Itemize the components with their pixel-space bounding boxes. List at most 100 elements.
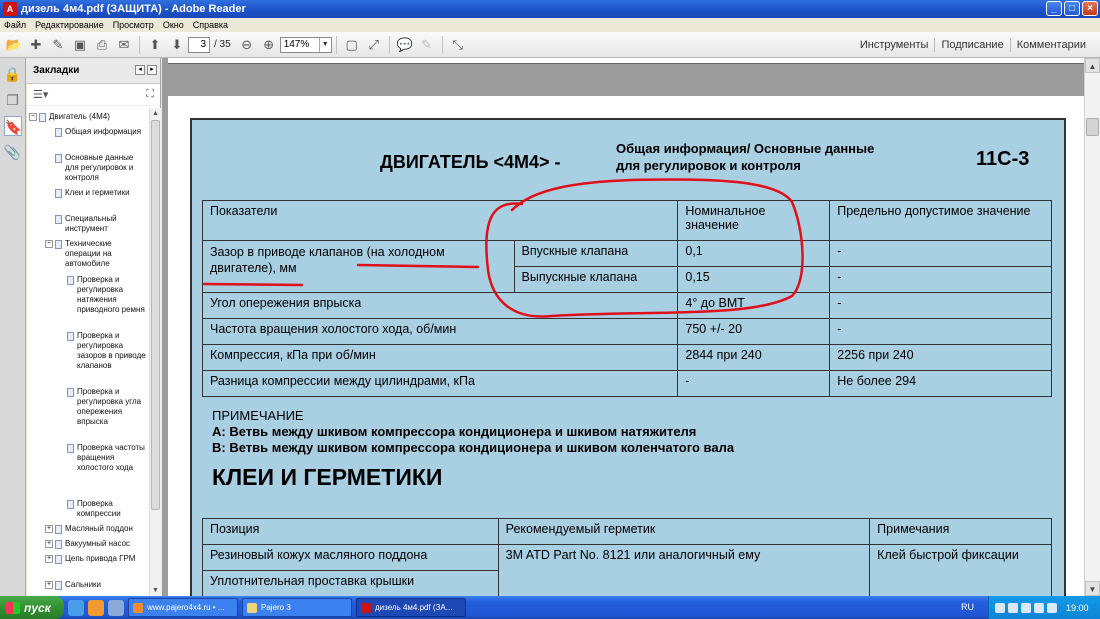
windows-flag-icon — [6, 601, 20, 614]
bookmark-page-icon — [55, 540, 62, 550]
create-pdf-icon[interactable]: ✚ — [26, 35, 46, 55]
comments-link[interactable]: Комментарии — [1011, 39, 1092, 51]
bookmark-item[interactable]: + Цепь привода ГРМ — [27, 554, 149, 574]
bookmark-label: Двигатель (4M4) — [49, 112, 110, 121]
previous-page — [168, 58, 1088, 64]
quicklaunch-desktop-icon[interactable] — [108, 599, 124, 616]
scroll-thumb[interactable] — [151, 120, 160, 510]
highlight-icon[interactable]: ✎ — [417, 35, 437, 55]
zoom-in-icon[interactable]: ⊕ — [259, 35, 279, 55]
bookmark-item[interactable]: Основные данные для регулировок и контро… — [27, 153, 149, 184]
volume-icon[interactable] — [1008, 602, 1018, 613]
taskbar-item-pdf[interactable]: дизель 4м4.pdf (ЗА... — [356, 598, 466, 617]
bookmark-page-icon — [55, 580, 62, 590]
page-content: ДВИГАТЕЛЬ <4M4> - Общая информация/ Осно… — [190, 118, 1066, 596]
expand-icon[interactable]: + — [45, 580, 53, 589]
menu-file[interactable]: Файл — [4, 20, 26, 30]
bookmark-item[interactable]: − Технические операции на автомобиле — [27, 239, 149, 270]
antivirus-icon[interactable] — [1021, 602, 1031, 613]
bookmarks-icon[interactable]: 🔖 — [3, 116, 22, 136]
security-icon[interactable] — [1047, 602, 1057, 613]
collapse-icon[interactable]: − — [45, 240, 53, 248]
scroll-up-icon[interactable]: ▲ — [1085, 58, 1100, 73]
start-label: пуск — [24, 600, 51, 615]
bookmark-item[interactable]: + Вакуумный насос — [27, 539, 149, 550]
page-number-input[interactable]: 3 — [188, 36, 210, 53]
menu-edit[interactable]: Редактирование — [35, 20, 104, 30]
menu-view[interactable]: Просмотр — [113, 20, 154, 30]
bookmark-options-icon[interactable]: ☰▾ — [33, 88, 48, 101]
bookmark-item[interactable]: Специальный инструмент — [27, 214, 149, 234]
next-page-icon[interactable]: ⬇ — [167, 35, 187, 55]
taskbar-item-folder[interactable]: Pajero 3 — [242, 598, 352, 617]
scroll-down-icon[interactable]: ▼ — [150, 585, 161, 596]
comment-icon[interactable]: 💬 — [395, 35, 415, 55]
collapse-icon[interactable]: − — [29, 113, 37, 121]
lock-icon[interactable]: 🔒 — [4, 64, 22, 84]
print-icon[interactable]: ⎙ — [92, 35, 112, 55]
quicklaunch-firefox-icon[interactable] — [88, 599, 104, 616]
expand-icon[interactable]: + — [45, 555, 53, 564]
bookmark-label: Вакуумный насос — [65, 539, 131, 549]
email-icon[interactable]: ✉ — [114, 35, 134, 55]
minimize-button[interactable]: _ — [1046, 1, 1062, 16]
system-tray: 19:00 — [988, 596, 1100, 619]
bookmark-item[interactable]: Клеи и герметики — [27, 188, 149, 208]
folder-icon — [247, 602, 257, 613]
bookmark-item[interactable]: Проверка и регулировка угла опережения в… — [27, 387, 149, 438]
prev-page-icon[interactable]: ⬆ — [145, 35, 165, 55]
sign-link[interactable]: Подписание — [935, 39, 1009, 51]
language-indicator[interactable]: RU — [961, 602, 974, 612]
close-button[interactable]: × — [1082, 1, 1098, 16]
panel-close-icon[interactable]: ▸ — [147, 65, 157, 75]
scroll-up-icon[interactable]: ▲ — [150, 108, 161, 119]
bookmark-item[interactable]: Проверка и регулировка зазоров в приводе… — [27, 331, 149, 382]
bookmark-item[interactable]: Проверка частоты вращения холостого хода — [27, 443, 149, 494]
pages-icon[interactable]: ❐ — [4, 90, 22, 110]
network-icon[interactable] — [995, 602, 1005, 613]
bookmarks-panel: Закладки ◂ ▸ ☰▾ ⛶ − Двигатель (4M4) Общая … — [27, 58, 161, 596]
fit-width-icon[interactable]: ⤢ — [364, 35, 384, 55]
bookmarks-scrollbar[interactable]: ▲ ▼ — [149, 108, 161, 596]
zoom-select[interactable]: 147% ▼ — [279, 36, 332, 53]
taskbar-item-browser[interactable]: www.pajero4x4.ru • ... — [128, 598, 238, 617]
pdf-page: ДВИГАТЕЛЬ <4M4> - Общая информация/ Осно… — [168, 96, 1088, 596]
task-label: www.pajero4x4.ru • ... — [147, 603, 225, 612]
menu-help[interactable]: Справка — [193, 20, 228, 30]
quicklaunch-ie-icon[interactable] — [68, 599, 84, 616]
scroll-down-icon[interactable]: ▼ — [1085, 581, 1100, 596]
expand-icon[interactable]: + — [45, 540, 53, 549]
update-icon[interactable] — [1034, 602, 1044, 613]
bookmark-item[interactable]: + Масляный поддон — [27, 524, 149, 534]
bookmark-item[interactable]: Проверка и регулировка натяжения приводн… — [27, 275, 149, 326]
save-icon[interactable]: ▣ — [70, 35, 90, 55]
fullscreen-icon[interactable]: ⤡ — [448, 35, 468, 55]
tools-link[interactable]: Инструменты — [854, 39, 935, 51]
attachments-icon[interactable]: 📎 — [4, 142, 22, 162]
bookmark-page-icon — [39, 113, 46, 122]
scroll-thumb[interactable] — [1086, 118, 1099, 136]
expand-icon[interactable]: + — [45, 525, 53, 533]
start-button[interactable]: пуск — [0, 596, 64, 619]
bookmarks-title: Закладки — [33, 65, 80, 76]
bookmark-label: Проверка и регулировка зазоров в приводе… — [77, 330, 146, 370]
bookmark-label: Проверка и регулировка угла опережения в… — [77, 386, 142, 426]
open-icon[interactable]: 📂 — [4, 35, 24, 55]
expand-bookmark-icon[interactable]: ⛶ — [146, 88, 154, 101]
bookmark-page-icon — [67, 443, 74, 453]
menu-window[interactable]: Окно — [163, 20, 184, 30]
zoom-out-icon[interactable]: ⊖ — [237, 35, 257, 55]
panel-options-icon[interactable]: ◂ — [135, 65, 145, 75]
bookmark-item[interactable]: + Сальники — [27, 580, 149, 590]
bookmark-label: Специальный инструмент — [65, 213, 117, 233]
bookmark-item[interactable]: Проверка компрессии — [27, 499, 149, 519]
bookmark-page-icon — [55, 128, 62, 138]
maximize-button[interactable]: □ — [1064, 1, 1080, 16]
bookmark-item[interactable]: Общая информация — [27, 127, 149, 147]
document-scrollbar[interactable]: ▲ ▼ — [1084, 58, 1100, 596]
page-total: / 35 — [214, 39, 231, 50]
clock: 19:00 — [1066, 602, 1089, 613]
fit-page-icon[interactable]: ▢ — [342, 35, 362, 55]
bookmark-item[interactable]: − Двигатель (4M4) — [27, 112, 149, 122]
edit-icon[interactable]: ✎ — [48, 35, 68, 55]
